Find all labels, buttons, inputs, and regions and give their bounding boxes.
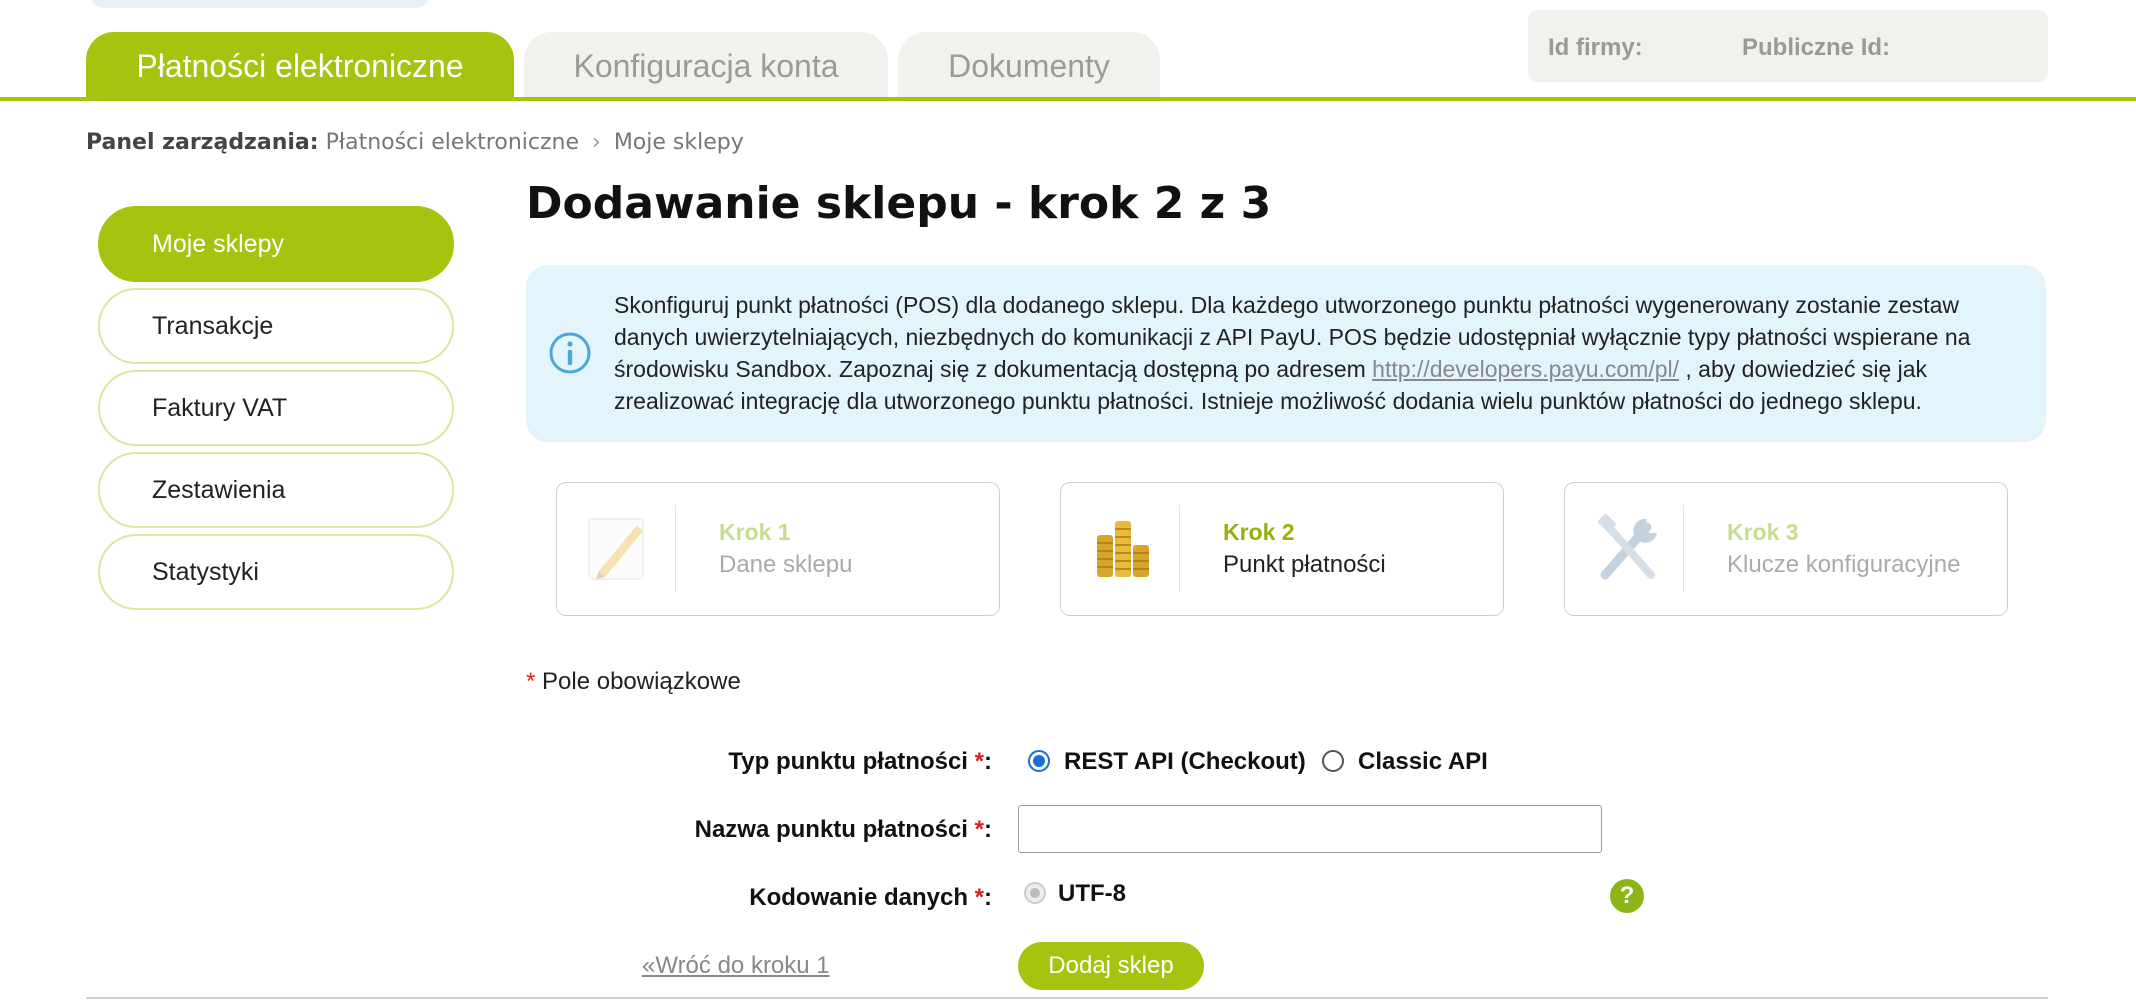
pos-name-label: Nazwa punktu płatności *: [695,816,992,844]
sidebar-item-statistics[interactable]: Statystyki [98,534,454,610]
label-colon: : [984,748,992,775]
step-divider [1683,505,1684,593]
breadcrumb-item-my-shops: Moje sklepy [613,130,744,155]
radio-classic-api[interactable] [1322,750,1344,772]
required-star: * [526,668,536,695]
radio-rest-api[interactable] [1028,750,1050,772]
page-title: Dodawanie sklepu - krok 2 z 3 [526,178,1272,229]
info-icon [549,332,591,374]
pencil-icon [588,518,644,580]
coins-icon [1097,521,1149,577]
footer-divider [86,997,2048,999]
step-1-card: Krok 1 Dane sklepu [556,482,1000,616]
pos-name-label-text: Nazwa punktu płatności [694,816,968,843]
help-icon[interactable]: ? [1610,879,1644,913]
step-3-label: Krok 3 [1727,519,1799,545]
step-2-desc: Punkt płatności [1223,551,1386,578]
company-ids-box: Id firmy: Publiczne Id: [1528,10,2048,82]
pos-name-input[interactable] [1018,805,1602,853]
step-1-label: Krok 1 [719,519,791,545]
sidebar-item-statements[interactable]: Zestawienia [98,452,454,528]
step-1-desc: Dane sklepu [719,551,853,578]
step-2-label: Krok 2 [1223,519,1295,545]
sidebar-item-my-shops[interactable]: Moje sklepy [98,206,454,282]
encoding-label-text: Kodowanie danych [749,884,968,911]
pos-type-label-text: Typ punktu płatności [728,748,968,775]
top-decoration [90,0,430,8]
required-star: * [974,884,984,911]
info-box: Skonfiguruj punkt płatności (POS) dla do… [526,265,2046,442]
breadcrumb-separator: › [592,130,601,155]
tab-documents[interactable]: Dokumenty [898,32,1160,100]
tab-account-config[interactable]: Konfiguracja konta [524,32,888,100]
required-star: * [974,816,984,843]
header-divider [0,97,2136,101]
breadcrumb: Panel zarządzania: Płatności elektronicz… [86,130,744,155]
public-id-label: Publiczne Id: [1742,34,1891,61]
developers-link[interactable]: http://developers.payu.com/pl/ [1372,356,1679,382]
required-star: * [974,748,984,775]
back-to-step-1-link[interactable]: «Wróć do kroku 1 [642,952,830,980]
breadcrumb-label: Panel zarządzania: [86,130,319,155]
radio-classic-api-label[interactable]: Classic API [1358,748,1488,776]
step-3-desc: Klucze konfiguracyjne [1727,551,1961,578]
info-text: Skonfiguruj punkt płatności (POS) dla do… [614,289,2014,417]
label-colon: : [984,816,992,843]
radio-utf8-label: UTF-8 [1058,880,1126,907]
add-shop-button[interactable]: Dodaj sklep [1018,942,1204,990]
pos-type-label: Typ punktu płatności *: [728,748,992,776]
required-note-text: Pole obowiązkowe [542,668,741,695]
tab-payments[interactable]: Płatności elektroniczne [86,32,514,100]
sidebar-item-transactions[interactable]: Transakcje [98,288,454,364]
breadcrumb-item-payments[interactable]: Płatności elektroniczne [326,130,579,155]
radio-rest-api-label[interactable]: REST API (Checkout) [1064,748,1306,776]
company-id-label: Id firmy: [1548,34,1643,61]
sidebar-item-vat-invoices[interactable]: Faktury VAT [98,370,454,446]
step-divider [675,505,676,593]
step-divider [1179,505,1180,593]
encoding-label: Kodowanie danych *: [749,884,992,912]
label-colon: : [984,884,992,911]
step-2-card: Krok 2 Punkt płatności [1060,482,1504,616]
step-3-card: Krok 3 Klucze konfiguracyjne [1564,482,2008,616]
radio-utf8 [1024,882,1046,904]
required-field-note: * Pole obowiązkowe [526,668,741,696]
tools-icon [1597,513,1657,580]
